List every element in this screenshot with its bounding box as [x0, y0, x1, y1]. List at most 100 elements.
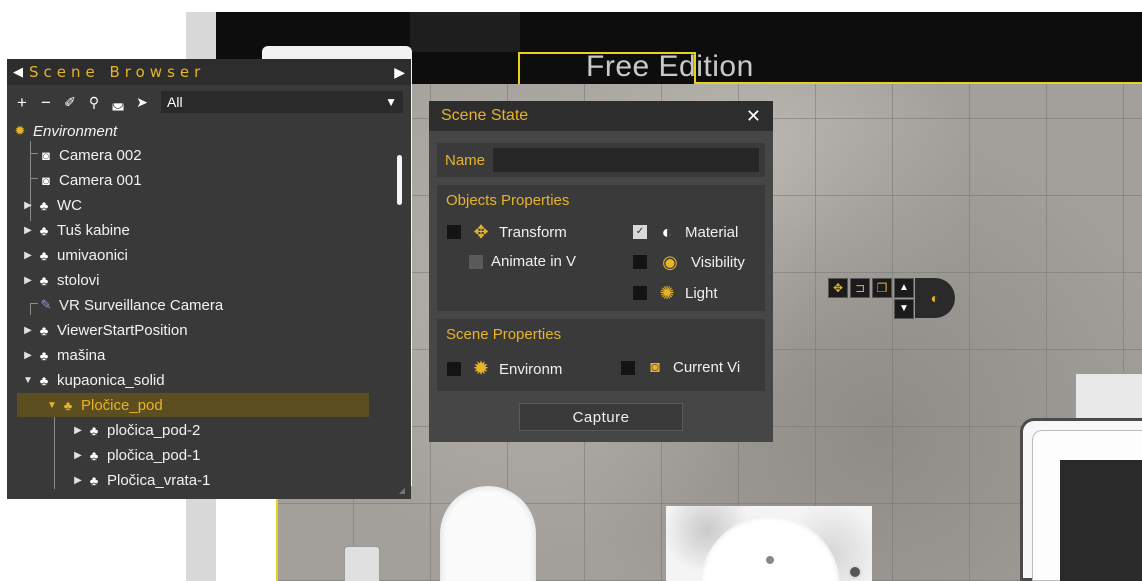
tree-item-wc[interactable]: ▶ ♣ WC — [7, 193, 399, 217]
chevron-down-icon: ▼ — [385, 95, 397, 109]
sun-icon: ✹ — [472, 358, 490, 380]
current-view-checkbox[interactable] — [621, 360, 635, 375]
sun-icon: ✹ — [14, 123, 26, 138]
viewport-dark-wall-segment — [410, 12, 520, 52]
expand-arrow-icon[interactable]: ▶ — [21, 350, 35, 361]
tree-item-stolovi[interactable]: ▶ ♣ stolovi — [7, 268, 399, 292]
tree-item-camera-001[interactable]: ◙ Camera 001 — [7, 168, 399, 192]
scene-properties-section: Scene Properties ✹ Environm ◙ Current Vi — [437, 319, 765, 391]
scene-browser-panel: ◀ Scene Browser ▶ + − ✐ ⚲ ◛ ➤ All ▼ ✹ En… — [7, 59, 411, 499]
visibility-checkbox[interactable] — [633, 255, 647, 269]
shower-shadow — [1060, 460, 1142, 581]
visibility-label: Visibility — [691, 253, 745, 271]
minus-icon[interactable]: − — [39, 94, 53, 111]
magnet-icon[interactable]: ⊐ — [850, 278, 870, 298]
tree-item-label: Tuš kabine — [57, 221, 130, 239]
material-checkbox[interactable]: ✓ — [633, 225, 647, 239]
material-label: Material — [685, 223, 739, 241]
search-icon[interactable]: ⚲ — [87, 95, 101, 109]
camera-icon: ◙ — [42, 147, 50, 163]
tree-item-label: Pločica_vrata-1 — [107, 471, 211, 489]
group-icon: ♣ — [39, 197, 49, 213]
tree-item-label: Pločice_pod — [81, 396, 163, 414]
group-icon: ♣ — [63, 397, 73, 413]
eye-icon: ◉ — [662, 252, 678, 272]
camera-move-icon[interactable]: ◛ — [111, 95, 125, 109]
toilet-model — [440, 486, 536, 581]
cursor-icon[interactable]: ➤ — [135, 95, 149, 109]
filter-value: All — [167, 94, 183, 110]
tree-item-label: kupaonica_solid — [57, 371, 165, 389]
expand-arrow-icon[interactable]: ▶ — [71, 475, 85, 486]
dialog-title: Scene State — [441, 107, 529, 124]
arrow-up-icon[interactable]: ▲ — [894, 278, 914, 298]
name-label: Name — [445, 151, 486, 169]
light-option[interactable]: ✺ Light — [633, 284, 718, 302]
group-icon: ♣ — [39, 347, 49, 363]
material-icon: ◐ — [661, 222, 673, 242]
material-option[interactable]: ✓ ◐ Material — [633, 223, 738, 241]
current-view-option[interactable]: ◙ Current Vi — [621, 359, 753, 376]
scene-browser-toolbar: + − ✐ ⚲ ◛ ➤ All ▼ — [7, 85, 411, 119]
filter-dropdown[interactable]: All ▼ — [161, 91, 403, 113]
tree-item-plocica-vrata-1[interactable]: ▶ ♣ Pločica_vrata-1 — [7, 468, 399, 492]
tree-item-tus-kabine[interactable]: ▶ ♣ Tuš kabine — [7, 218, 399, 242]
material-icon[interactable]: ◐ — [915, 278, 955, 318]
current-view-label: Current Vi — [673, 359, 741, 376]
tree-item-viewer-start-position[interactable]: ▶ ♣ ViewerStartPosition — [7, 318, 399, 342]
tree-item-kupaonica-solid[interactable]: ▼ ♣ kupaonica_solid — [7, 368, 399, 392]
tree-item-plocica-pod-1[interactable]: ▶ ♣ pločica_pod-1 — [7, 443, 399, 467]
object-gizmo[interactable]: ✥ ⊐ ❐ ▲ ▼ ◐ — [828, 278, 955, 319]
tree-item-label: WC — [57, 196, 82, 214]
double-arrow-right-icon[interactable]: ▶ — [394, 64, 405, 81]
expand-arrow-icon[interactable]: ▶ — [21, 225, 35, 236]
collapse-arrow-icon[interactable]: ▼ — [21, 375, 35, 386]
group-icon: ♣ — [89, 447, 99, 463]
copy-icon[interactable]: ❐ — [872, 278, 892, 298]
tree-item-label: Camera 002 — [59, 146, 142, 164]
tree-item-plocice-pod[interactable]: ▼ ♣ Pločice_pod — [17, 393, 369, 417]
tree-item-umivaonici[interactable]: ▶ ♣ umivaonici — [7, 243, 399, 267]
tree-item-label: umivaonici — [57, 246, 128, 264]
move-arrows-icon[interactable]: ✥ — [828, 278, 848, 298]
expand-arrow-icon[interactable]: ▶ — [21, 275, 35, 286]
vr-camera-icon: ✎ — [40, 297, 52, 312]
tree-item-plocica-pod-2[interactable]: ▶ ♣ pločica_pod-2 — [7, 418, 399, 442]
edition-watermark: Free Edition — [586, 50, 754, 83]
objects-properties-section: Objects Properties ✥ Transform Animate i… — [437, 185, 765, 311]
capture-button[interactable]: Capture — [519, 403, 683, 431]
tree-item-masina[interactable]: ▶ ♣ mašina — [7, 343, 399, 367]
triangle-left-icon[interactable]: ◀ — [13, 64, 23, 80]
name-field[interactable] — [493, 148, 759, 172]
arrow-down-icon[interactable]: ▼ — [894, 299, 914, 319]
scene-browser-header: ◀ Scene Browser ▶ — [7, 59, 411, 85]
transform-checkbox[interactable] — [447, 225, 461, 239]
tree-item-label: VR Surveillance Camera — [59, 296, 224, 314]
close-icon[interactable]: ✕ — [746, 106, 761, 127]
tree-item-label: ViewerStartPosition — [57, 321, 188, 339]
tree-item-vr-surveillance-camera[interactable]: ✎ VR Surveillance Camera — [7, 293, 399, 317]
tree-item-environment[interactable]: ✹ Environment — [7, 119, 399, 143]
expand-arrow-icon[interactable]: ▶ — [21, 325, 35, 336]
group-icon: ♣ — [39, 247, 49, 263]
camera-icon: ◙ — [42, 172, 50, 188]
visibility-option[interactable]: ◉ Visibility — [633, 253, 745, 271]
tree-item-camera-002[interactable]: ◙ Camera 002 — [7, 143, 399, 167]
expand-arrow-icon[interactable]: ▶ — [71, 425, 85, 436]
environment-checkbox[interactable] — [447, 362, 461, 376]
plus-icon[interactable]: + — [15, 94, 29, 111]
light-checkbox[interactable] — [633, 286, 647, 300]
transform-option[interactable]: ✥ Transform — [447, 223, 567, 241]
environment-option[interactable]: ✹ Environm — [447, 359, 583, 379]
tree-item-label: mašina — [57, 346, 106, 364]
collapse-arrow-icon[interactable]: ▼ — [45, 400, 59, 411]
expand-arrow-icon[interactable]: ▶ — [71, 450, 85, 461]
group-icon: ♣ — [39, 322, 49, 338]
expand-arrow-icon[interactable]: ▶ — [21, 250, 35, 261]
expand-arrow-icon[interactable]: ▶ — [21, 200, 35, 211]
camera-icon: ◙ — [650, 358, 660, 376]
tag-icon[interactable]: ✐ — [63, 95, 77, 109]
scrollbar-thumb[interactable] — [397, 155, 402, 205]
section-title: Scene Properties — [446, 326, 562, 343]
resize-grip-icon[interactable]: ◢ — [399, 486, 405, 495]
